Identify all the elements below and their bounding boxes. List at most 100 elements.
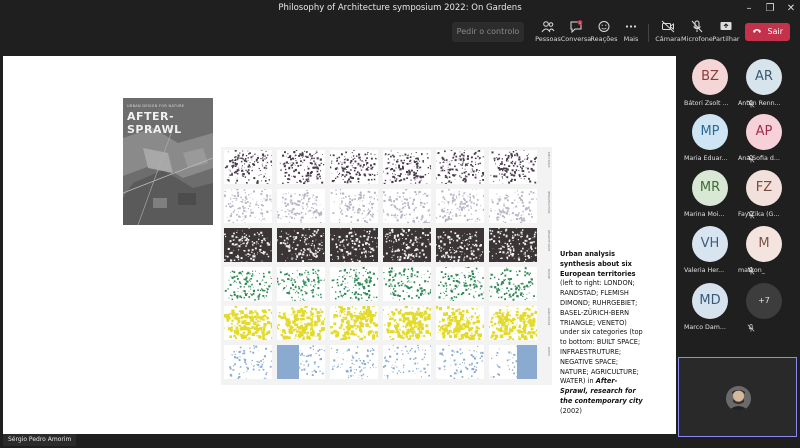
map-cell: [224, 189, 272, 223]
share-button[interactable]: Partilhar: [710, 20, 742, 43]
participant-name: Marco Dam...: [684, 324, 726, 331]
map-cell: [436, 267, 484, 301]
map-cell: [489, 267, 537, 301]
camera-off-icon: [661, 20, 675, 33]
map-cell: [383, 228, 431, 262]
map-cell: [277, 267, 325, 301]
microphone-off-icon: [691, 20, 703, 33]
map-cell: [436, 228, 484, 262]
participant-name: Fay Zika (G...: [738, 211, 780, 218]
shared-screen: URBAN DESIGN FOR NATURE AFTER-SPRAWL BUI…: [3, 56, 676, 434]
camera-button[interactable]: Câmara: [652, 20, 684, 43]
toolbar-divider: [648, 24, 649, 42]
camera-label: Câmara: [655, 35, 681, 43]
map-cell: [383, 306, 431, 340]
restore-icon[interactable]: ❐: [763, 2, 777, 16]
urban-analysis-grid: BUILT SPACE INFRASTRUCTURE NEGATIVE SPACE N…: [221, 147, 552, 385]
participant-avatar[interactable]: MP: [692, 114, 728, 150]
map-cell: [436, 150, 484, 184]
grid-row-label: NATURE: [547, 269, 550, 280]
map-cell: [224, 150, 272, 184]
participant-name: Ana Sofia d...: [738, 155, 780, 162]
more-icon: [625, 25, 637, 28]
hang-up-icon: [753, 29, 761, 33]
request-control-button[interactable]: Pedir o controlo: [452, 22, 524, 42]
book-title-text: AFTER-SPRAWL: [127, 110, 182, 136]
chat-label: Conversa: [560, 35, 592, 43]
map-cell: [383, 150, 431, 184]
map-cell: [224, 345, 272, 379]
presenter-name-label: Sérgio Pedro Amorim: [3, 434, 77, 446]
map-cell: [330, 189, 378, 223]
leave-button[interactable]: Sair: [745, 23, 790, 41]
book-series-text: URBAN DESIGN FOR NATURE: [127, 104, 185, 108]
share-icon: [720, 22, 732, 30]
grid-row-label: AGRICULTURE: [547, 308, 550, 326]
map-cell: [330, 228, 378, 262]
map-cell: [436, 189, 484, 223]
grid-row-label: INFRASTRUCTURE: [547, 191, 550, 214]
participant-name: matkon_: [738, 267, 765, 274]
window-title: Philosophy of Architecture symposium 202…: [278, 3, 522, 13]
svg-text:1: 1: [579, 21, 581, 25]
reactions-label: Reações: [590, 35, 618, 43]
participant-name: Bátori Zsolt ...: [684, 100, 729, 107]
participant-name: Anton Renn...: [738, 100, 781, 107]
chat-icon: 1: [570, 20, 583, 33]
participant-avatar[interactable]: FZ: [746, 170, 782, 206]
map-cell: [489, 228, 537, 262]
meeting-toolbar: Pedir o controlo Pessoas 1 Conversa Reaç…: [0, 18, 800, 48]
map-cell: [277, 228, 325, 262]
map-cell: [330, 150, 378, 184]
map-cell: [489, 189, 537, 223]
map-cell: [436, 345, 484, 379]
book-cover-image: URBAN DESIGN FOR NATURE AFTER-SPRAWL: [123, 98, 213, 225]
map-cell: [277, 306, 325, 340]
participant-name: Marina Moi...: [684, 211, 725, 218]
map-cell: [489, 345, 537, 379]
map-cell: [277, 150, 325, 184]
more-button[interactable]: Mais: [615, 20, 647, 43]
map-cell: [383, 345, 431, 379]
participant-avatar[interactable]: MD: [692, 283, 728, 319]
microphone-label: Microfone: [681, 35, 713, 43]
grid-row-label: NEGATIVE SPACE: [547, 230, 550, 252]
participant-avatar[interactable]: VH: [692, 226, 728, 262]
participant-avatar[interactable]: MR: [692, 170, 728, 206]
people-label: Pessoas: [535, 35, 561, 43]
map-cell: [277, 345, 325, 379]
slide-caption: Urban analysis synthesis about six Europ…: [560, 250, 644, 417]
caption-text-2: (2002): [560, 406, 582, 415]
minimize-icon[interactable]: –: [742, 2, 756, 16]
self-view-tile: [678, 357, 797, 437]
map-cell: [383, 189, 431, 223]
close-icon[interactable]: ✕: [784, 2, 798, 16]
map-cell: [489, 150, 537, 184]
participant-avatar[interactable]: BZ: [692, 59, 728, 95]
participant-name: Valeria Her...: [684, 267, 725, 274]
reactions-icon: [598, 21, 610, 32]
leave-label: Sair: [767, 27, 784, 36]
grid-row-label: BUILT SPACE: [547, 152, 550, 168]
map-cell: [224, 306, 272, 340]
map-cell: [489, 306, 537, 340]
map-cell: [330, 345, 378, 379]
self-video-avatar: [726, 386, 751, 411]
map-cell: [383, 267, 431, 301]
participant-avatar[interactable]: AP: [746, 114, 782, 150]
map-cell: [330, 306, 378, 340]
participant-avatar[interactable]: M: [746, 226, 782, 262]
caption-bold: Urban analysis synthesis about six Europ…: [560, 250, 636, 278]
people-icon: [541, 21, 555, 33]
share-label: Partilhar: [712, 35, 740, 43]
title-bar: Philosophy of Architecture symposium 202…: [0, 0, 800, 18]
more-participants-button[interactable]: +7: [746, 283, 782, 319]
participant-name: Maria Eduar...: [684, 155, 728, 162]
map-cell: [436, 306, 484, 340]
map-cell: [224, 228, 272, 262]
muted-mic-icon: [747, 324, 755, 332]
map-cell: [330, 267, 378, 301]
grid-row-label: WATER: [547, 347, 550, 356]
microphone-button[interactable]: Microfone: [681, 20, 713, 43]
participant-avatar[interactable]: AR: [746, 59, 782, 95]
